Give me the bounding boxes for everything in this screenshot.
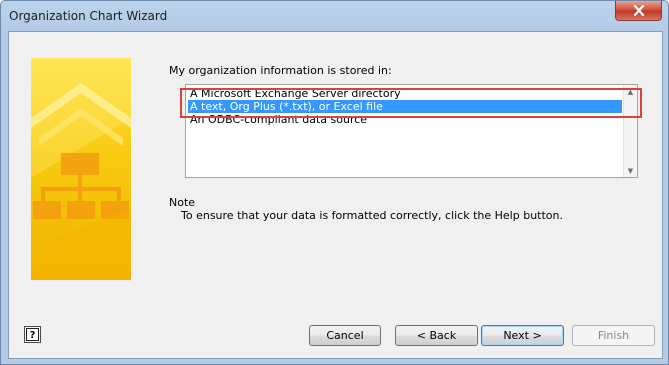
finish-button[interactable]: Finish xyxy=(572,325,655,346)
cancel-button[interactable]: Cancel xyxy=(309,325,381,346)
wizard-banner-image xyxy=(31,58,131,280)
close-button[interactable] xyxy=(615,1,662,21)
svg-text:?: ? xyxy=(30,330,36,341)
next-button[interactable]: Next > xyxy=(481,325,564,346)
help-icon: ? xyxy=(26,328,39,341)
wizard-window: Organization Chart Wizard My organizatio… xyxy=(0,0,669,365)
help-button[interactable]: ? xyxy=(24,326,41,343)
close-icon xyxy=(633,5,644,16)
back-button[interactable]: < Back xyxy=(395,325,478,346)
scroll-down-icon[interactable]: ▼ xyxy=(624,164,637,177)
storage-prompt: My organization information is stored in… xyxy=(169,64,392,77)
title-bar[interactable]: Organization Chart Wizard xyxy=(1,1,668,31)
wizard-body: My organization information is stored in… xyxy=(8,31,663,359)
note-text: To ensure that your data is formatted co… xyxy=(181,209,563,222)
annotation-highlight xyxy=(180,88,642,118)
note-heading: Note xyxy=(169,196,196,209)
window-title: Organization Chart Wizard xyxy=(9,9,168,23)
